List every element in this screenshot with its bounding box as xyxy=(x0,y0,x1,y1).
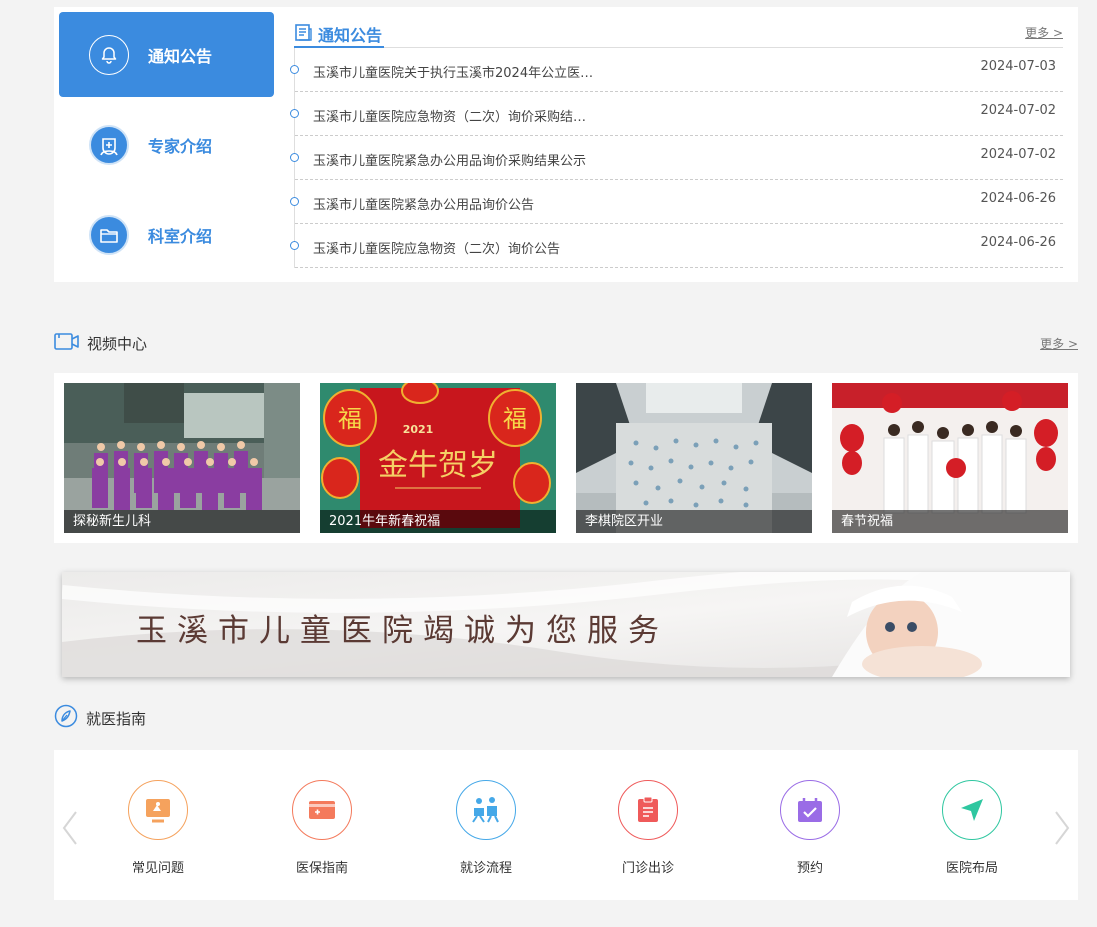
guide-item-appointment[interactable]: 预约 xyxy=(750,780,870,876)
svg-text:福: 福 xyxy=(503,405,527,433)
video-caption: 春节祝福 xyxy=(832,510,1068,533)
document-icon xyxy=(294,23,313,46)
notice-item-date: 2024-07-03 xyxy=(980,59,1056,74)
tab-experts[interactable]: 专家介绍 xyxy=(59,102,274,187)
guide-item-insurance[interactable]: 医保指南 xyxy=(262,780,382,876)
carousel-prev-arrow-icon[interactable] xyxy=(60,808,80,848)
service-banner[interactable]: 玉溪市儿童医院竭诚为您服务 xyxy=(62,572,1070,677)
guide-item-label: 预约 xyxy=(796,861,823,876)
tab-experts-label: 专家介绍 xyxy=(148,136,213,156)
bullet-icon xyxy=(290,65,299,74)
guide-item-outpatient[interactable]: 门诊出诊 xyxy=(588,780,708,876)
notice-heading-label: 通知公告 xyxy=(318,26,383,45)
video-thumbnail[interactable]: 李棋院区开业 xyxy=(576,383,812,533)
guide-item-label: 就诊流程 xyxy=(459,861,512,876)
notice-item-date: 2024-07-02 xyxy=(980,103,1056,118)
video-panel: 探秘新生儿科 福 福 2021 金牛贺岁 2021牛年新春祝福 李棋院区开业 春… xyxy=(54,373,1078,543)
guide-item-layout[interactable]: 医院布局 xyxy=(912,780,1032,876)
notice-items: 玉溪市儿童医院关于执行玉溪市2024年公立医… 2024-07-03 玉溪市儿童… xyxy=(290,48,1063,268)
folder-icon xyxy=(89,214,129,255)
video-caption: 李棋院区开业 xyxy=(576,510,812,533)
guide-panel: 常见问题 医保指南 就诊流程 门诊出诊 预约 医院布局 xyxy=(54,750,1078,900)
notice-heading: 通知公告 xyxy=(294,22,385,48)
notice-item-date: 2024-07-02 xyxy=(980,147,1056,162)
video-camera-icon xyxy=(54,332,79,355)
video-thumbnail[interactable]: 春节祝福 xyxy=(832,383,1068,533)
doctor-icon xyxy=(89,124,129,165)
clipboard-icon xyxy=(618,780,678,840)
thumbnail-year-text: 2021 xyxy=(403,423,434,436)
notice-list-header: 通知公告 更多 > xyxy=(294,22,1063,48)
notice-item[interactable]: 玉溪市儿童医院应急物资（二次）询价采购结… 2024-07-02 xyxy=(290,92,1063,136)
leaf-icon xyxy=(54,704,78,732)
medical-card-icon xyxy=(292,780,352,840)
notice-item-date: 2024-06-26 xyxy=(980,235,1056,250)
banner-slogan: 玉溪市儿童医院竭诚为您服务 xyxy=(136,613,669,649)
guide-item-label: 门诊出诊 xyxy=(621,861,674,876)
notice-more-link[interactable]: 更多 > xyxy=(1025,24,1063,41)
notice-item-date: 2024-06-26 xyxy=(980,191,1056,206)
tab-notice-label: 通知公告 xyxy=(148,46,213,66)
notice-item[interactable]: 玉溪市儿童医院紧急办公用品询价采购结果公示 2024-07-02 xyxy=(290,136,1063,180)
calendar-check-icon xyxy=(780,780,840,840)
tab-departments[interactable]: 科室介绍 xyxy=(59,192,274,277)
notice-tabs: 通知公告 专家介绍 科室介绍 xyxy=(59,12,274,282)
video-thumbnail[interactable]: 探秘新生儿科 xyxy=(64,383,300,533)
svg-text:福: 福 xyxy=(338,405,362,433)
carousel-next-arrow-icon[interactable] xyxy=(1052,808,1072,848)
notice-item-title[interactable]: 玉溪市儿童医院应急物资（二次）询价采购结… xyxy=(313,106,586,125)
bullet-icon xyxy=(290,153,299,162)
bullet-icon xyxy=(290,241,299,250)
guide-section-header: 就医指南 xyxy=(54,704,1078,732)
tab-departments-label: 科室介绍 xyxy=(148,226,213,246)
notice-item[interactable]: 玉溪市儿童医院关于执行玉溪市2024年公立医… 2024-07-03 xyxy=(290,48,1063,92)
tab-notice[interactable]: 通知公告 xyxy=(59,12,274,97)
video-caption: 2021牛年新春祝福 xyxy=(320,510,556,533)
faq-icon xyxy=(128,780,188,840)
guide-item-label: 医保指南 xyxy=(295,861,348,876)
notice-panel: 通知公告 专家介绍 科室介绍 通知公告 更多 > 玉溪市儿童医院关于执行玉溪市2… xyxy=(54,7,1078,282)
bell-icon xyxy=(89,34,129,75)
guide-item-process[interactable]: 就诊流程 xyxy=(426,780,546,876)
video-caption: 探秘新生儿科 xyxy=(64,510,300,533)
notice-item[interactable]: 玉溪市儿童医院紧急办公用品询价公告 2024-06-26 xyxy=(290,180,1063,224)
bullet-icon xyxy=(290,197,299,206)
notice-item-title[interactable]: 玉溪市儿童医院紧急办公用品询价采购结果公示 xyxy=(313,150,586,169)
video-heading: 视频中心 xyxy=(87,334,148,353)
notice-item-title[interactable]: 玉溪市儿童医院紧急办公用品询价公告 xyxy=(313,194,534,213)
consultation-icon xyxy=(456,780,516,840)
guide-item-label: 医院布局 xyxy=(945,861,998,876)
video-section-header: 视频中心 更多 > xyxy=(54,331,1078,355)
notice-list: 通知公告 更多 > 玉溪市儿童医院关于执行玉溪市2024年公立医… 2024-0… xyxy=(290,22,1063,268)
guide-item-faq[interactable]: 常见问题 xyxy=(98,780,218,876)
notice-item-title[interactable]: 玉溪市儿童医院应急物资（二次）询价公告 xyxy=(313,238,560,257)
thumbnail-greeting-text: 金牛贺岁 xyxy=(378,448,498,483)
video-more-link[interactable]: 更多 > xyxy=(1040,335,1078,352)
guide-item-label: 常见问题 xyxy=(131,861,184,876)
video-thumbnail[interactable]: 福 福 2021 金牛贺岁 2021牛年新春祝福 xyxy=(320,383,556,533)
bullet-icon xyxy=(290,109,299,118)
navigation-arrow-icon xyxy=(942,780,1002,840)
guide-heading: 就医指南 xyxy=(86,709,147,728)
notice-item-title[interactable]: 玉溪市儿童医院关于执行玉溪市2024年公立医… xyxy=(313,62,593,81)
notice-item[interactable]: 玉溪市儿童医院应急物资（二次）询价公告 2024-06-26 xyxy=(290,224,1063,268)
